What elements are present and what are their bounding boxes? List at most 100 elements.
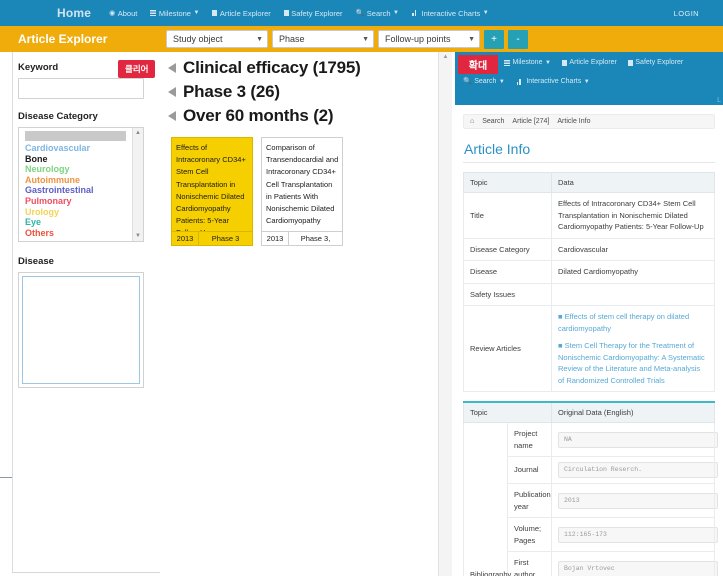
bar-chart-icon <box>516 78 524 85</box>
nav-item-safety-explorer[interactable]: Safety Explorer <box>283 8 343 18</box>
panel-left-border <box>12 52 13 572</box>
category-option-autoimmune[interactable]: Autoimmune <box>23 175 132 186</box>
category-option-cardiovascular[interactable]: Cardiovascular <box>23 143 132 154</box>
heading-label: Clinical efficacy (1795) <box>183 58 361 77</box>
study-object-select[interactable]: Study object ▼ <box>166 30 268 48</box>
project-name-input[interactable]: NA <box>558 431 718 448</box>
nav-item-article-explorer[interactable]: Article Explorer <box>212 9 271 18</box>
results-scrollbar[interactable]: ▲ <box>438 52 452 576</box>
results-area: Clinical efficacy (1795) Phase 3 (26) Ov… <box>160 52 438 576</box>
nav-item-about[interactable]: ◉ About <box>109 9 137 18</box>
book-icon <box>212 10 218 16</box>
preview-nav-item-safety-explorer[interactable]: Safety Explorer <box>627 59 684 66</box>
category-option-eye[interactable]: Eye <box>23 217 132 228</box>
title-divider <box>463 162 715 163</box>
publication-year-input[interactable]: 2013 <box>558 492 718 509</box>
search-icon: 🔍 <box>355 9 365 17</box>
scroll-up-icon[interactable]: ▲ <box>135 130 141 136</box>
table-row: Title Effects of Intracoronary CD34+ Ste… <box>463 192 715 239</box>
home-icon[interactable]: ⌂ <box>470 118 474 125</box>
category-scrollbar[interactable]: ▲ ▼ <box>132 128 143 241</box>
breadcrumb-item-article-info[interactable]: Article Info <box>557 118 590 125</box>
disease-listbox-inner[interactable] <box>22 276 140 384</box>
table-header-row: Topic Data <box>463 172 715 193</box>
review-article-link[interactable]: ■ Effects of stem cell therapy on dilate… <box>558 311 708 334</box>
nav-label: Search <box>474 78 497 85</box>
original-data-table: Topic Original Data (English) Bibliograp… <box>463 401 718 576</box>
result-heading-over-60-months[interactable]: Over 60 months (2) <box>163 106 438 126</box>
preview-nav-item-search[interactable]: 🔍 Search ▼ <box>463 78 505 85</box>
nav-item-interactive-charts[interactable]: Interactive Charts ▼ <box>412 9 489 18</box>
row-value-disease: Dilated Cardiomyopathy <box>551 260 715 284</box>
nav-item-search[interactable]: 🔍 Search ▼ <box>356 9 399 18</box>
preview-nav-item-interactive-charts[interactable]: Interactive Charts ▼ <box>516 78 590 85</box>
collapse-triangle-icon[interactable] <box>168 63 176 73</box>
journal-input[interactable]: Circulation Reserch. <box>558 462 718 478</box>
category-option-bone[interactable]: Bone <box>23 154 132 165</box>
keyword-input[interactable] <box>18 78 144 99</box>
preview-nav-row-1: Milestone ▼ Article Explorer Safety Expl… <box>504 59 683 66</box>
add-filter-button[interactable]: + <box>484 29 504 49</box>
login-link[interactable]: LOGIN <box>674 9 699 18</box>
top-navbar: Home ◉ About Milestone ▼ Article Explore… <box>0 0 723 26</box>
review-article-link-text: Stem Cell Therapy for the Treatment of N… <box>558 341 705 385</box>
review-article-link[interactable]: ■ Stem Cell Therapy for the Treatment of… <box>558 340 708 386</box>
row-value-disease-category: Cardiovascular <box>551 237 715 261</box>
row-label-title: Title <box>463 192 552 239</box>
preview-body: ⌂ Search Article [274] Article Info Arti… <box>455 114 723 576</box>
expand-button[interactable]: 확대 <box>458 55 498 74</box>
collapse-triangle-icon[interactable] <box>168 111 176 121</box>
category-option-gastrointestinal[interactable]: Gastrointestinal <box>23 185 132 196</box>
category-option-pulmonary[interactable]: Pulmonary <box>23 196 132 207</box>
row-value-project-name: NA <box>551 422 718 457</box>
row-label-disease-category: Disease Category <box>463 237 552 261</box>
first-author-input[interactable]: Bojan Vrtovec <box>558 560 718 576</box>
category-option-urology[interactable]: Urology <box>23 207 132 218</box>
breadcrumb-item-article[interactable]: Article [274] <box>512 118 549 125</box>
remove-filter-button[interactable]: - <box>508 29 528 49</box>
chevron-down-icon: ▼ <box>583 78 590 85</box>
row-value-safety-issues <box>551 282 715 306</box>
category-blank-option[interactable] <box>25 131 126 141</box>
article-card-footer: 2013 Phase 3, <box>262 231 342 245</box>
breadcrumb-item-search[interactable]: Search <box>482 118 504 125</box>
preview-nav-item-milestone[interactable]: Milestone ▼ <box>504 59 551 66</box>
disease-label: Disease <box>18 256 54 267</box>
article-card[interactable]: Effects of Intracoronary CD34+ Stem Cell… <box>171 137 253 246</box>
table-row: Disease Category Cardiovascular <box>463 237 715 261</box>
article-card[interactable]: Comparison of Transendocardial and Intra… <box>261 137 343 246</box>
table-row: Disease Dilated Cardiomyopathy <box>463 260 715 284</box>
article-card-list: Effects of Intracoronary CD34+ Stem Cell… <box>171 137 438 246</box>
clear-button[interactable]: 클리어 <box>118 60 156 78</box>
row-label-review-articles: Review Articles <box>463 305 552 392</box>
preview-nav-item-article-explorer[interactable]: Article Explorer <box>561 59 617 66</box>
volume-pages-input[interactable]: 112:165-173 <box>558 526 718 543</box>
nav-item-milestone[interactable]: Milestone ▼ <box>150 9 199 18</box>
collapse-triangle-icon[interactable] <box>168 87 176 97</box>
row-value-volume-pages: 112:165-173 <box>551 517 718 552</box>
article-info-preview-panel: 확대 Milestone ▼ Article Explorer Safety E… <box>455 52 723 576</box>
disease-listbox[interactable] <box>18 272 144 388</box>
category-option-others[interactable]: Others <box>23 228 132 239</box>
scroll-down-icon[interactable]: ▼ <box>135 233 141 239</box>
table-row: Safety Issues <box>463 282 715 306</box>
nav-home-link[interactable]: Home <box>57 6 91 20</box>
nav-label: Safety Explorer <box>635 59 684 66</box>
row-label-disease: Disease <box>463 260 552 284</box>
followup-points-select[interactable]: Follow-up points ▼ <box>378 30 480 48</box>
category-option-neurology[interactable]: Neurology <box>23 164 132 175</box>
preview-login-link[interactable]: L <box>717 97 721 104</box>
result-heading-clinical-efficacy[interactable]: Clinical efficacy (1795) <box>163 58 438 78</box>
nav-label: Safety Explorer <box>291 8 343 18</box>
chevron-down-icon: ▼ <box>362 35 369 43</box>
column-header-topic: Topic <box>463 401 552 423</box>
disease-category-listbox[interactable]: Cardiovascular Bone Neurology Autoimmune… <box>18 127 144 242</box>
review-article-link-text: Effects of stem cell therapy on dilated … <box>558 312 690 333</box>
phase-select[interactable]: Phase ▼ <box>272 30 374 48</box>
scroll-up-icon[interactable]: ▲ <box>443 54 449 60</box>
nav-label: About <box>117 8 138 18</box>
result-heading-phase-3[interactable]: Phase 3 (26) <box>163 82 438 102</box>
panel-divider-mark <box>0 477 12 478</box>
row-label-project-name: Project name <box>507 422 552 457</box>
search-icon: 🔍 <box>463 78 472 85</box>
